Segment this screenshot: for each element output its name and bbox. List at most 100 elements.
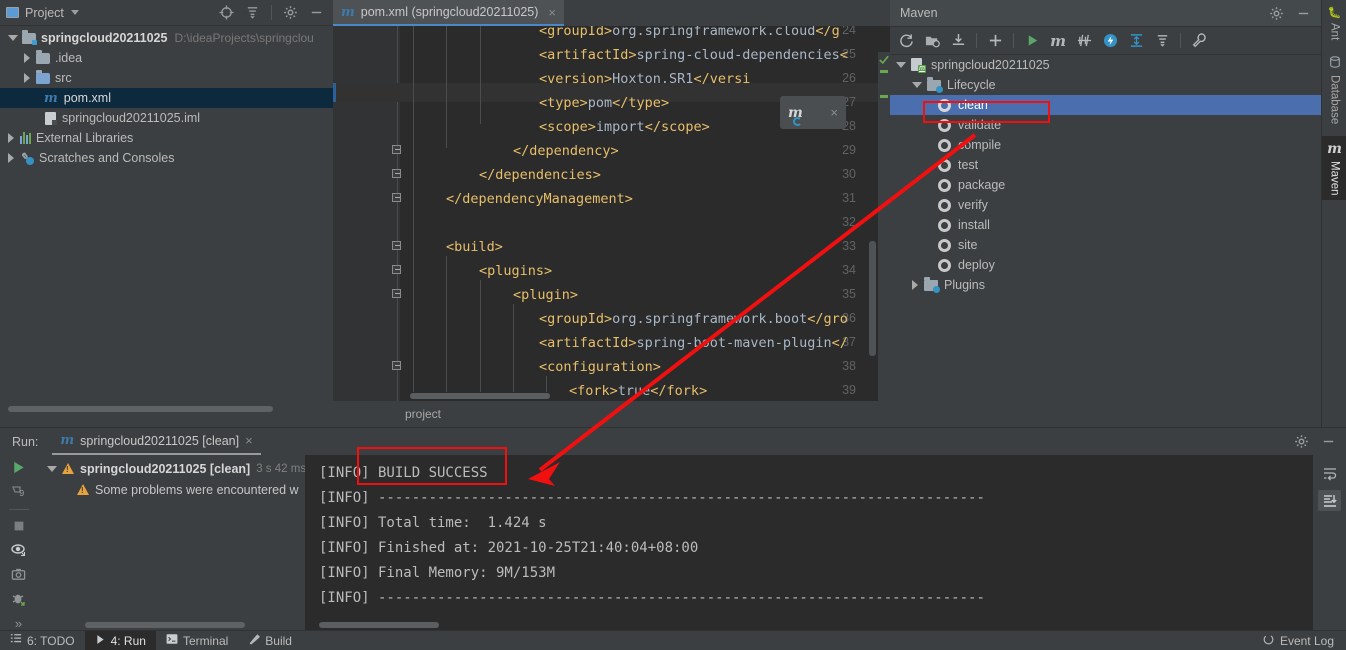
tree-node-pom-xml[interactable]: m pom.xml [0, 88, 333, 108]
inspection-ok-icon[interactable] [879, 54, 889, 65]
stop-icon[interactable] [10, 519, 27, 533]
tool-button-database[interactable]: Database [1322, 51, 1346, 129]
expand-all-icon[interactable] [1128, 33, 1144, 49]
more-icon[interactable]: » [10, 616, 27, 631]
expanded-arrow-icon[interactable] [47, 465, 57, 472]
line-number: 24 [842, 26, 856, 37]
error-stripe-gutter[interactable] [878, 52, 890, 401]
minimize-icon[interactable] [1296, 6, 1311, 21]
tree-node-scratches[interactable]: ✎ Scratches and Consoles [0, 148, 333, 168]
tree-node-idea[interactable]: .idea [0, 48, 333, 68]
locate-icon[interactable] [219, 5, 234, 20]
fold-marker[interactable] [392, 145, 403, 156]
editor-tab-pom-xml[interactable]: m pom.xml (springcloud20211025) × [333, 0, 565, 26]
tree-node-external-libraries[interactable]: External Libraries [0, 128, 333, 148]
fold-marker[interactable] [392, 265, 403, 276]
scroll-to-end-icon[interactable] [1318, 490, 1341, 511]
fold-marker[interactable] [392, 361, 403, 372]
rerun-icon[interactable] [10, 460, 27, 475]
project-tree[interactable]: springcloud20211025 D:\ideaProjects\spri… [0, 26, 333, 415]
expanded-arrow-icon[interactable] [896, 62, 906, 68]
breadcrumb[interactable]: project [333, 401, 890, 427]
collapse-all-icon[interactable] [245, 5, 260, 20]
run-tree-child[interactable]: Some problems were encountered w [37, 479, 305, 500]
collapsed-arrow-icon[interactable] [24, 53, 30, 63]
maven-goal-install[interactable]: install [890, 215, 1321, 235]
tool-button-maven[interactable]: m Maven [1322, 135, 1346, 201]
fold-marker[interactable] [392, 241, 403, 252]
editor-horizontal-scrollbar[interactable] [410, 393, 550, 399]
tree-node-src[interactable]: src [0, 68, 333, 88]
gear-icon[interactable] [1294, 434, 1309, 449]
toggle-skip-tests-icon[interactable] [1076, 33, 1092, 49]
tree-node-springcloud[interactable]: springcloud20211025 D:\ideaProjects\spri… [0, 28, 333, 48]
maven-m-icon[interactable]: m [1050, 32, 1066, 50]
close-icon[interactable]: × [548, 5, 556, 20]
tool-button-ant[interactable]: 🐛 Ant [1322, 0, 1346, 45]
close-icon[interactable]: × [245, 433, 253, 448]
maven-goal-site[interactable]: site [890, 235, 1321, 255]
chevron-down-icon[interactable] [70, 10, 79, 15]
fold-marker[interactable] [392, 289, 403, 300]
collapsed-arrow-icon[interactable] [8, 153, 14, 163]
gear-icon[interactable] [1269, 6, 1284, 21]
run-maven-goal-icon[interactable] [1024, 33, 1040, 49]
maven-settings-icon[interactable] [1191, 33, 1207, 49]
debug-icon[interactable] [10, 591, 27, 607]
run-result-tree[interactable]: springcloud20211025 [clean] 3 s 42 ms So… [37, 455, 306, 631]
fold-marker[interactable] [392, 193, 403, 204]
reload-all-projects-icon[interactable] [898, 33, 914, 49]
maven-reload-icon[interactable]: m [788, 105, 803, 126]
collapsed-arrow-icon[interactable] [24, 73, 30, 83]
statusbar-item-build[interactable]: Build [238, 631, 302, 650]
collapse-all-icon[interactable] [1154, 33, 1170, 49]
maven-goal-verify[interactable]: verify [890, 195, 1321, 215]
execute-icon[interactable] [1102, 33, 1118, 49]
maven-reload-popup[interactable]: m × [780, 96, 846, 129]
export-icon[interactable] [10, 567, 27, 582]
run-console[interactable]: [INFO] BUILD SUCCESS [INFO] ------------… [305, 455, 1346, 631]
project-tree-horizontal-scrollbar[interactable] [8, 406, 273, 412]
fold-marker[interactable] [392, 169, 403, 180]
add-maven-projects-icon[interactable] [924, 33, 940, 49]
run-tree-horizontal-scrollbar[interactable] [85, 622, 245, 628]
statusbar-item-run[interactable]: 4: Run [84, 630, 156, 650]
run-tab[interactable]: m springcloud20211025 [clean] × [52, 428, 261, 455]
soft-wrap-icon[interactable] [1318, 463, 1341, 484]
stripe-mark-ok[interactable] [880, 70, 888, 73]
statusbar-item-terminal[interactable]: Terminal [156, 631, 238, 650]
download-sources-icon[interactable] [950, 33, 966, 49]
rerun-failed-icon[interactable]: 9 [10, 484, 27, 500]
close-icon[interactable]: × [830, 105, 838, 120]
plus-icon[interactable] [987, 33, 1003, 49]
expanded-arrow-icon[interactable] [8, 35, 18, 41]
maven-goal-compile[interactable]: compile [890, 135, 1321, 155]
maven-goal-package[interactable]: package [890, 175, 1321, 195]
statusbar-label: Terminal [182, 633, 229, 648]
maven-node-plugins[interactable]: Plugins [890, 275, 1321, 295]
editor-vertical-scrollbar[interactable] [869, 241, 876, 356]
stripe-mark-ok[interactable] [880, 95, 888, 98]
collapsed-arrow-icon[interactable] [912, 280, 918, 290]
run-tree-root[interactable]: springcloud20211025 [clean] 3 s 42 ms [37, 458, 306, 479]
collapsed-arrow-icon[interactable] [8, 133, 14, 143]
maven-node-project[interactable]: m springcloud20211025 [890, 55, 1321, 75]
maven-goal-deploy[interactable]: deploy [890, 255, 1321, 275]
console-horizontal-scrollbar[interactable] [319, 622, 439, 628]
maven-goal-test[interactable]: test [890, 155, 1321, 175]
statusbar-event-log[interactable]: Event Log [1263, 634, 1346, 648]
minimize-icon[interactable] [1321, 434, 1336, 449]
code-editor[interactable]: 24 25 26 27 28 29 30 31 32 33 34 35 36 3… [333, 26, 890, 401]
maven-goal-validate[interactable]: validate [890, 115, 1321, 135]
toggle-auto-scroll-icon[interactable] [10, 542, 27, 558]
maven-tree[interactable]: m springcloud20211025 Lifecycle clean va… [890, 55, 1321, 426]
tree-node-iml[interactable]: springcloud20211025.iml [0, 108, 333, 128]
warning-icon [77, 484, 89, 495]
statusbar-item-todo[interactable]: 6: TODO [0, 631, 85, 650]
project-panel-title[interactable]: Project [25, 6, 64, 20]
expanded-arrow-icon[interactable] [912, 82, 922, 88]
gear-icon[interactable] [283, 5, 298, 20]
maven-goal-clean[interactable]: clean [890, 95, 1321, 115]
maven-node-lifecycle[interactable]: Lifecycle [890, 75, 1321, 95]
minimize-icon[interactable] [309, 5, 324, 20]
